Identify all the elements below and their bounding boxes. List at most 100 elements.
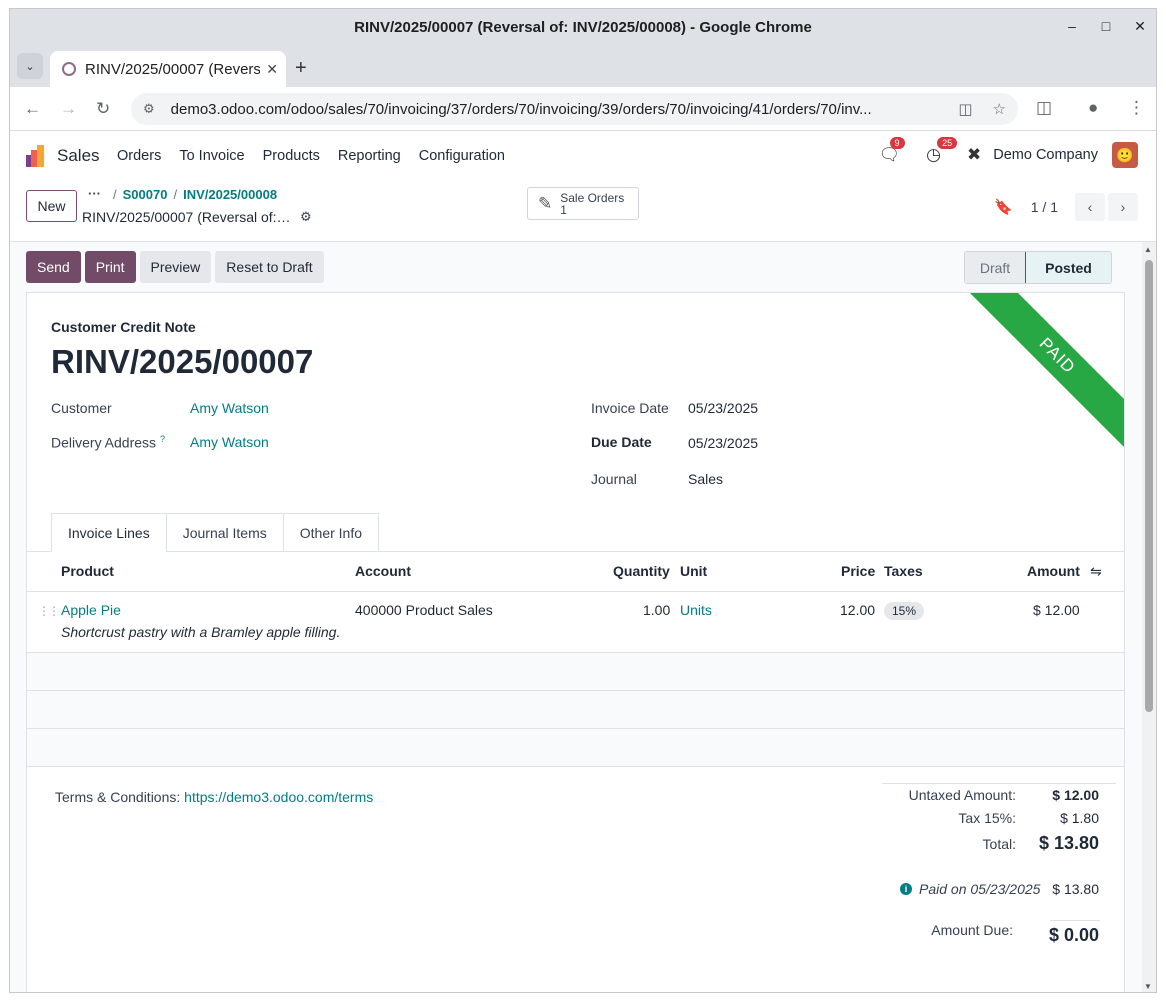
user-avatar[interactable]: 🙂 [1112, 142, 1138, 168]
activities-badge: 25 [937, 137, 958, 149]
untaxed-amount-value: $ 12.00 [1052, 787, 1099, 803]
status-posted[interactable]: Posted [1025, 252, 1111, 283]
reload-icon[interactable]: ↻ [96, 99, 110, 119]
payment-info-icon[interactable]: i [900, 883, 912, 895]
tax-value: $ 1.80 [1060, 810, 1099, 826]
browser-window: RINV/2025/00007 (Reversal of: INV/2025/0… [9, 8, 1157, 993]
odoo-navbar: Sales Orders To Invoice Products Reporti… [10, 132, 1156, 180]
activities-clock-icon[interactable]: ◷ 25 [926, 137, 958, 165]
company-switcher[interactable]: Demo Company [993, 147, 1098, 163]
row-price: 12.00 [840, 602, 876, 618]
tab-other-info[interactable]: Other Info [282, 513, 380, 552]
empty-row [27, 653, 1124, 691]
address-bar[interactable]: ⚙ demo3.odoo.com/odoo/sales/70/invoicing… [131, 93, 1018, 125]
menu-reporting[interactable]: Reporting [338, 148, 401, 164]
maximize-icon[interactable]: □ [1098, 18, 1114, 34]
column-account[interactable]: Account [355, 563, 411, 579]
empty-row [27, 691, 1124, 729]
tab-invoice-lines[interactable]: Invoice Lines [51, 513, 167, 552]
scrollbar-thumb[interactable] [1145, 260, 1153, 712]
amount-due-value: $ 0.00 [1048, 925, 1099, 945]
document-name: RINV/2025/00007 [51, 343, 314, 380]
send-button[interactable]: Send [26, 251, 81, 283]
breadcrumb-sale-order[interactable]: S00070 [123, 187, 168, 202]
messages-icon[interactable]: 🗨 9 [879, 137, 905, 165]
empty-row [27, 729, 1124, 767]
paid-ribbon: PAID [963, 293, 1124, 450]
column-amount[interactable]: Amount [1027, 563, 1080, 579]
journal-field[interactable]: Sales [688, 471, 723, 487]
drag-handle-icon[interactable]: ⋮⋮ [38, 604, 60, 618]
pager-next-icon[interactable]: › [1108, 193, 1138, 221]
profile-icon[interactable]: ● [1088, 98, 1098, 118]
new-tab-icon[interactable]: + [295, 57, 307, 80]
column-taxes[interactable]: Taxes [884, 563, 923, 579]
menu-products[interactable]: Products [263, 148, 320, 164]
tab-strip: ⌄ RINV/2025/00007 (Reversal of: INV/2025… [10, 45, 1156, 87]
tab-close-icon[interactable]: ✕ [266, 61, 278, 78]
scroll-down-icon[interactable]: ▼ [1144, 982, 1152, 991]
due-date-field[interactable]: 05/23/2025 [688, 435, 758, 451]
journal-label: Journal [591, 471, 637, 487]
breadcrumb-more[interactable]: ··· [88, 186, 101, 201]
page-scrollbar[interactable]: ▲ ▼ [1142, 242, 1156, 992]
status-draft[interactable]: Draft [965, 252, 1025, 283]
new-button[interactable]: New [26, 190, 77, 222]
preview-button[interactable]: Preview [139, 251, 212, 283]
document-type: Customer Credit Note [51, 319, 196, 335]
help-tooltip-icon[interactable]: ? [160, 434, 165, 444]
customer-field[interactable]: Amy Watson [190, 400, 269, 416]
extensions-icon[interactable]: ◫ [1036, 98, 1052, 118]
column-quantity[interactable]: Quantity [613, 563, 670, 579]
print-button[interactable]: Print [84, 251, 136, 283]
row-product[interactable]: Apple Pie [61, 602, 121, 618]
terms-link[interactable]: https://demo3.odoo.com/terms [184, 789, 373, 805]
install-app-icon[interactable]: ◫ [958, 100, 972, 118]
column-price[interactable]: Price [841, 563, 875, 579]
tab-title: RINV/2025/00007 (Reversal of: INV/2025/0… [85, 60, 260, 78]
chrome-menu-icon[interactable]: ⋮ [1128, 98, 1145, 118]
column-unit[interactable]: Unit [680, 563, 707, 579]
main-menu: Orders To Invoice Products Reporting Con… [117, 148, 523, 164]
table-row[interactable]: ⋮⋮ Apple Pie Shortcrust pastry with a Br… [27, 592, 1124, 653]
scroll-up-icon[interactable]: ▲ [1144, 245, 1152, 254]
total-label: Total: [982, 836, 1016, 852]
row-amount: $ 12.00 [1033, 602, 1080, 618]
minimize-icon[interactable]: – [1064, 18, 1080, 34]
pager-value[interactable]: 1 / 1 [1031, 199, 1058, 215]
reset-to-draft-button[interactable]: Reset to Draft [215, 251, 324, 283]
pager-previous-icon[interactable]: ‹ [1075, 193, 1105, 221]
debug-tools-icon[interactable]: ✖ [967, 145, 981, 165]
paid-amount: $ 13.80 [1052, 881, 1099, 897]
menu-orders[interactable]: Orders [117, 148, 161, 164]
amount-due-label: Amount Due: [931, 922, 1013, 938]
close-icon[interactable]: ✕ [1132, 18, 1148, 34]
breadcrumb: / S00070/INV/2025/00008 [113, 187, 278, 202]
breadcrumb-invoice[interactable]: INV/2025/00008 [183, 187, 277, 202]
bookmark-star-icon[interactable]: ☆ [993, 100, 1006, 118]
forward-icon[interactable]: → [60, 99, 77, 119]
bookmark-icon[interactable]: 🔖 [994, 198, 1013, 216]
terms-and-conditions: Terms & Conditions: https://demo3.odoo.c… [55, 789, 373, 805]
pager: 🔖 1 / 1 ‹ › [994, 193, 1138, 221]
browser-tab[interactable]: RINV/2025/00007 (Reversal of: INV/2025/0… [50, 51, 286, 87]
menu-to-invoice[interactable]: To Invoice [179, 148, 244, 164]
gear-icon[interactable]: ⚙ [300, 209, 312, 225]
delivery-address-field[interactable]: Amy Watson [190, 434, 269, 450]
menu-configuration[interactable]: Configuration [419, 148, 505, 164]
sales-app-logo-icon[interactable] [26, 145, 48, 167]
row-unit[interactable]: Units [680, 602, 712, 618]
app-name[interactable]: Sales [57, 146, 100, 166]
delivery-address-label-text: Delivery Address [51, 434, 157, 451]
table-header: Product Account Quantity Unit Price Taxe… [27, 552, 1124, 592]
invoice-date-field[interactable]: 05/23/2025 [688, 400, 758, 416]
optional-columns-icon[interactable]: ⇋ [1090, 563, 1102, 580]
back-icon[interactable]: ← [24, 99, 41, 119]
tab-journal-items[interactable]: Journal Items [165, 513, 284, 552]
tax-label: Tax 15%: [958, 810, 1016, 826]
browser-toolbar: ← → ↻ ⚙ demo3.odoo.com/odoo/sales/70/inv… [10, 87, 1156, 131]
site-info-icon[interactable]: ⚙ [143, 101, 155, 117]
column-product[interactable]: Product [61, 563, 114, 579]
sale-orders-smart-button[interactable]: ✎ Sale Orders 1 [527, 187, 639, 220]
tab-search-icon[interactable]: ⌄ [17, 53, 43, 79]
